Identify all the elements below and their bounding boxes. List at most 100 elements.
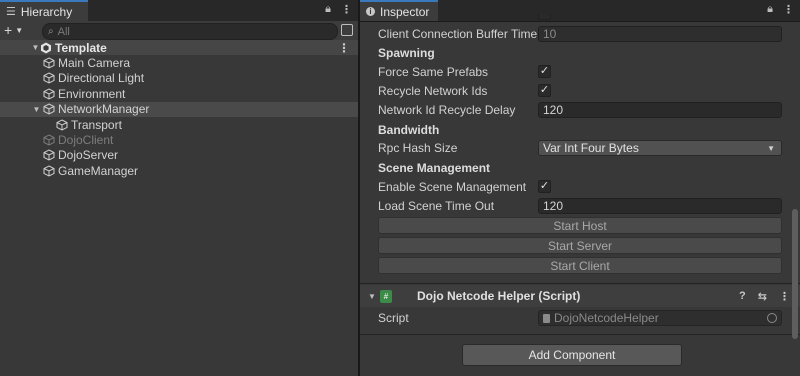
rpc-hash-dropdown[interactable]: Var Int Four Bytes ▼: [538, 140, 782, 156]
hierarchy-item[interactable]: Environment: [0, 86, 358, 101]
checkmark-icon: ✓: [539, 180, 550, 192]
info-icon: i: [366, 7, 375, 16]
start-host-button[interactable]: Start Host: [378, 217, 782, 234]
force-same-prefabs-checkbox[interactable]: ✓: [538, 65, 551, 78]
rpc-hash-value: Var Int Four Bytes: [543, 141, 639, 155]
gameobject-cube-icon: [43, 134, 55, 146]
chevron-down-icon: ▼: [15, 25, 24, 35]
hierarchy-tab-label: Hierarchy: [20, 4, 73, 19]
inspector-scrollbar[interactable]: [790, 209, 800, 339]
more-options-icon[interactable]: ⋮: [341, 3, 352, 16]
hierarchy-item-label: Environment: [58, 86, 126, 101]
add-object-button[interactable]: + ▼: [4, 22, 23, 38]
start-server-button[interactable]: Start Server: [378, 237, 782, 254]
inspector-tab-icons: 🔒︎ ⋮: [767, 3, 794, 16]
force-same-prefabs-label: Force Same Prefabs: [378, 65, 489, 79]
inspector-panel: i Inspector 🔒︎ ⋮ Client Connection Buffe…: [360, 0, 800, 376]
bandwidth-header: Bandwidth: [378, 123, 440, 137]
scene-visibility-icon[interactable]: [341, 24, 353, 36]
hierarchy-item-label: Transport: [71, 117, 122, 132]
component-bottom-divider: [360, 334, 800, 335]
hierarchy-tabbar: ☰ Hierarchy 🔒︎ ⋮: [0, 0, 358, 22]
spawning-header: Spawning: [378, 46, 435, 60]
hierarchy-item[interactable]: GameManager: [0, 163, 358, 178]
csharp-script-icon: #: [380, 289, 392, 303]
unity-scene-icon: [40, 42, 52, 54]
gameobject-cube-icon: [43, 149, 55, 161]
checkmark-icon: ✓: [539, 65, 550, 77]
gameobject-cube-icon: [43, 57, 55, 69]
hierarchy-list-icon: ☰: [6, 6, 16, 18]
hierarchy-item-label: Main Camera: [58, 56, 131, 71]
expand-arrow-icon[interactable]: ▼: [32, 105, 41, 114]
enable-scene-label: Enable Scene Management: [378, 180, 527, 194]
scene-row[interactable]: ▼ Template ⋮: [0, 40, 358, 56]
gameobject-cube-icon: [56, 119, 68, 131]
hierarchy-search-input[interactable]: ⌕ All: [42, 23, 338, 40]
client-buffer-field[interactable]: 10: [538, 26, 782, 42]
hierarchy-item[interactable]: ▼ NetworkManager: [0, 101, 358, 117]
hierarchy-item[interactable]: Directional Light: [0, 71, 358, 86]
hierarchy-item-label: DojoClient: [58, 133, 114, 148]
add-component-button[interactable]: Add Component: [462, 344, 682, 366]
inspector-tabbar: i Inspector 🔒︎ ⋮: [360, 0, 800, 22]
component-header[interactable]: ▼ # Dojo Netcode Helper (Script) ? ⇆ ⋮: [360, 285, 800, 307]
hierarchy-item-label: Directional Light: [58, 71, 145, 86]
component-header-icons: ? ⇆ ⋮: [739, 290, 790, 303]
load-timeout-label: Load Scene Time Out: [378, 199, 495, 213]
recycle-ids-checkbox[interactable]: ✓: [538, 84, 551, 97]
tab-hierarchy[interactable]: ☰ Hierarchy: [0, 0, 88, 21]
partial-checkbox[interactable]: [538, 14, 551, 20]
component-title: Dojo Netcode Helper (Script): [417, 289, 581, 303]
rpc-hash-label: Rpc Hash Size: [378, 141, 458, 155]
script-object-field[interactable]: DojoNetcodeHelper: [538, 310, 782, 326]
load-timeout-field[interactable]: 120: [538, 198, 782, 214]
script-value: DojoNetcodeHelper: [554, 311, 659, 325]
hierarchy-item-label: Template: [55, 40, 107, 55]
scrollbar-thumb[interactable]: [792, 209, 798, 339]
preset-icon[interactable]: ⇆: [758, 290, 767, 303]
plus-icon: +: [4, 22, 13, 38]
more-options-icon[interactable]: ⋮: [338, 41, 350, 55]
hierarchy-panel: ☰ Hierarchy 🔒︎ ⋮ + ▼ ⌕ All ▼ Template ⋮ Mai…: [0, 0, 358, 376]
client-buffer-label: Client Connection Buffer Time: [378, 27, 538, 41]
enable-scene-row: Enable Scene Management: [378, 178, 782, 196]
hierarchy-item-label: DojoServer: [58, 148, 119, 163]
hierarchy-tree: ▼ Template ⋮ Main Camera Directional Light En…: [0, 40, 358, 179]
recycle-ids-label: Recycle Network Ids: [378, 84, 488, 98]
recycle-ids-row: Recycle Network Ids: [378, 82, 782, 100]
lock-icon[interactable]: 🔒︎: [325, 3, 331, 16]
object-picker-icon[interactable]: [767, 313, 777, 323]
checkmark-icon: ✓: [539, 84, 550, 96]
gameobject-cube-icon: [43, 103, 55, 115]
enable-scene-checkbox[interactable]: ✓: [538, 180, 551, 193]
hierarchy-item[interactable]: Main Camera: [0, 55, 358, 70]
lock-icon[interactable]: 🔒︎: [767, 3, 773, 16]
help-icon[interactable]: ?: [739, 290, 746, 303]
start-client-button[interactable]: Start Client: [378, 257, 782, 274]
gameobject-cube-icon: [43, 72, 55, 85]
hierarchy-item-label: GameManager: [58, 163, 139, 178]
inspector-tab-label: Inspector: [380, 4, 430, 19]
gameobject-cube-icon: [43, 88, 55, 100]
hierarchy-tab-icons: 🔒︎ ⋮: [325, 3, 352, 16]
scene-management-header: Scene Management: [378, 161, 491, 175]
hierarchy-item[interactable]: DojoClient: [0, 132, 358, 147]
hierarchy-toolbar: + ▼ ⌕ All: [0, 21, 358, 41]
recycle-delay-label: Network Id Recycle Delay: [378, 103, 516, 117]
expand-arrow-icon[interactable]: ▼: [31, 43, 40, 52]
foldout-arrow-icon[interactable]: ▼: [368, 292, 376, 301]
gameobject-cube-icon: [43, 165, 55, 177]
tab-inspector[interactable]: i Inspector: [360, 0, 438, 21]
hierarchy-item-label: NetworkManager: [58, 102, 150, 117]
search-icon: ⌕: [48, 26, 54, 37]
script-file-icon: [543, 313, 550, 323]
hierarchy-item[interactable]: DojoServer: [0, 148, 358, 163]
recycle-delay-field[interactable]: 120: [538, 102, 782, 118]
hierarchy-item[interactable]: Transport: [0, 117, 358, 132]
search-placeholder: All: [57, 25, 70, 38]
more-options-icon[interactable]: ⋮: [783, 3, 794, 16]
chevron-down-icon: ▼: [767, 143, 775, 153]
component-divider: [360, 283, 800, 284]
more-options-icon[interactable]: ⋮: [779, 290, 790, 303]
